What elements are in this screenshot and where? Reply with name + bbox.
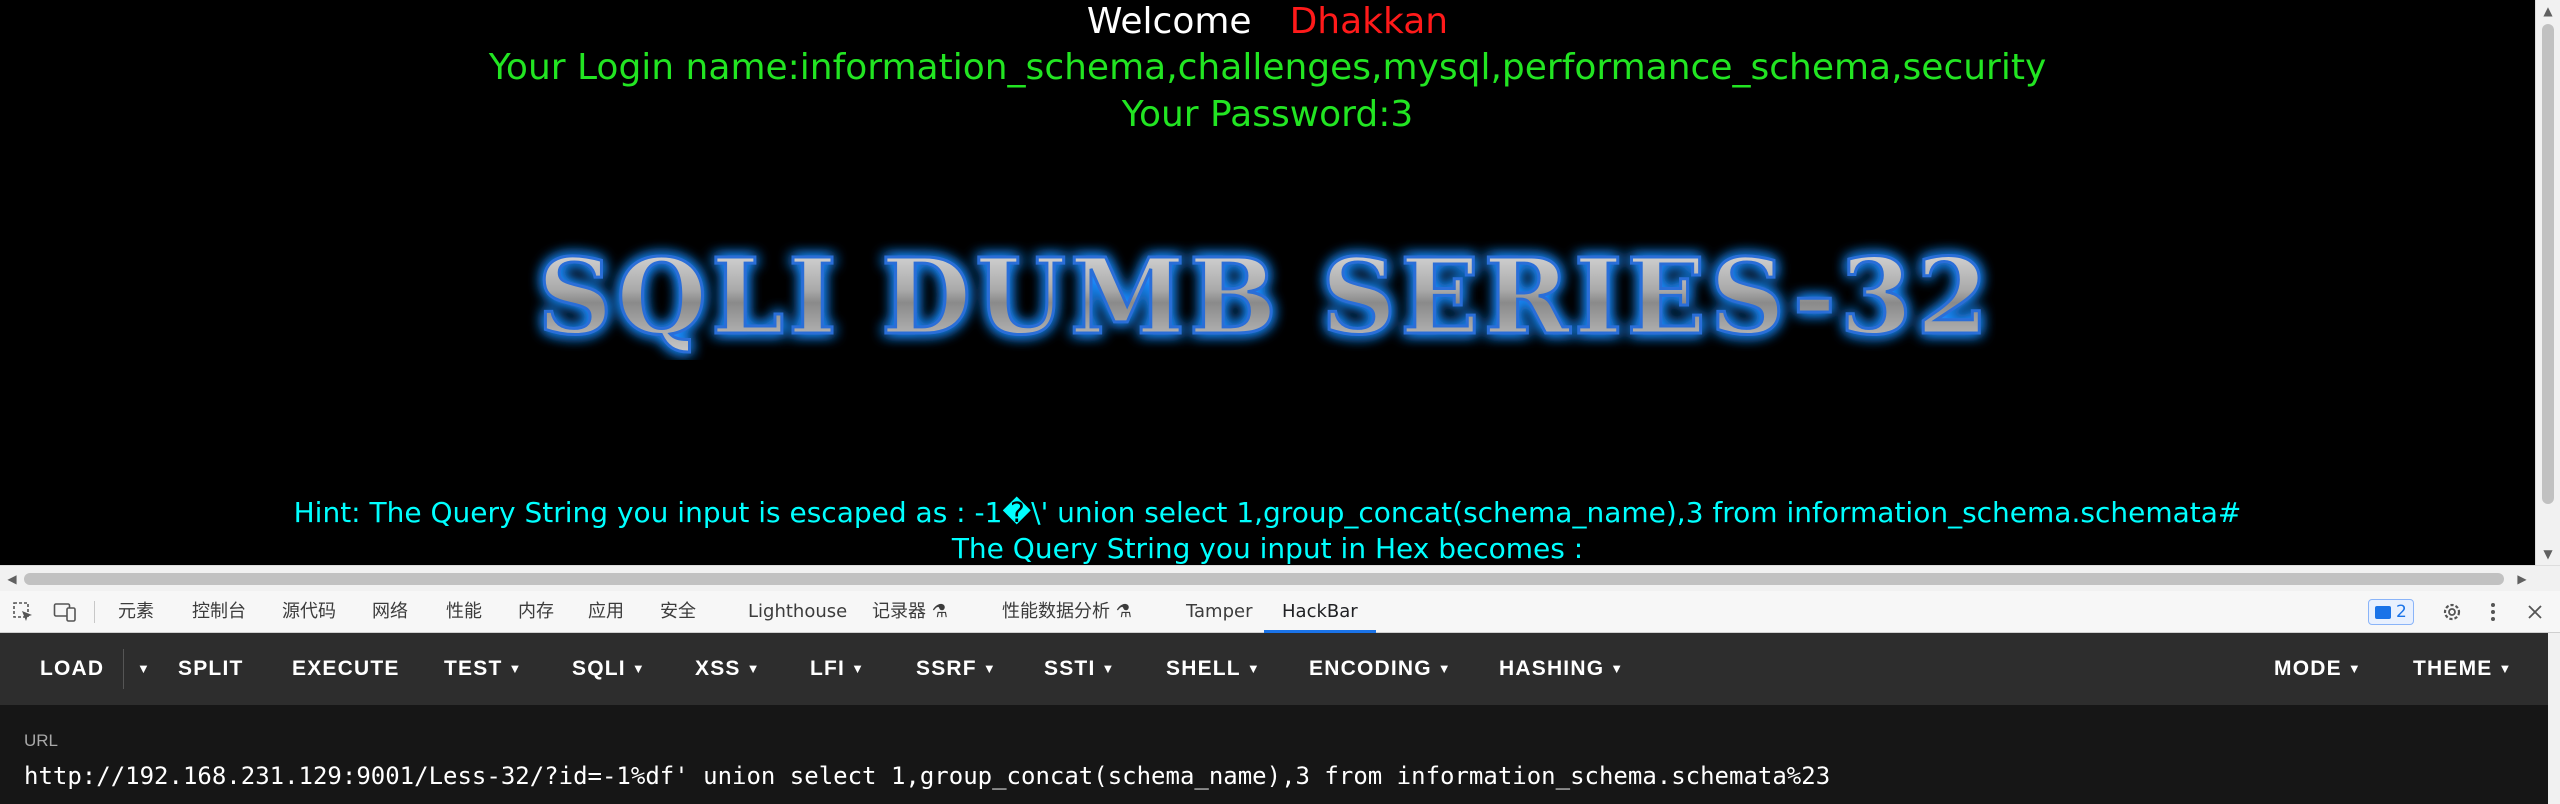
- password-line: Your Password:3: [1121, 94, 1414, 135]
- ssti-menu-button[interactable]: SSTI ▼: [1044, 633, 1116, 705]
- xss-label: XSS: [695, 657, 741, 680]
- caret-down-icon: ▼: [746, 661, 761, 676]
- issues-badge[interactable]: 2: [2368, 599, 2414, 625]
- caret-down-icon: ▼: [1610, 661, 1625, 676]
- mode-menu-button[interactable]: MODE ▼: [2274, 633, 2362, 705]
- more-options-icon[interactable]: [2476, 591, 2510, 633]
- url-input[interactable]: [24, 762, 2534, 790]
- tab-hackbar[interactable]: HackBar: [1264, 591, 1376, 633]
- caret-down-icon: ▼: [137, 661, 152, 676]
- close-devtools-icon[interactable]: [2518, 591, 2552, 633]
- toolbar-divider: [123, 649, 124, 689]
- ssti-label: SSTI: [1044, 657, 1096, 680]
- ssrf-menu-button[interactable]: SSRF ▼: [916, 633, 997, 705]
- tab-performance[interactable]: 性能: [446, 591, 482, 633]
- ssrf-label: SSRF: [916, 657, 977, 680]
- load-dropdown-button[interactable]: ▼: [131, 633, 151, 705]
- scroll-up-arrow-icon[interactable]: ▲: [2536, 0, 2560, 22]
- tab-application[interactable]: 应用: [588, 591, 624, 633]
- hex-line: The Query String you input in Hex become…: [951, 532, 1584, 565]
- load-button[interactable]: LOAD: [40, 633, 104, 705]
- tab-security[interactable]: 安全: [660, 591, 696, 633]
- inspect-element-icon[interactable]: [6, 591, 40, 633]
- page-viewport: Welcome Dhakkan Your Login name:informati…: [0, 0, 2535, 565]
- caret-down-icon: ▼: [631, 661, 646, 676]
- lfi-label: LFI: [810, 657, 846, 680]
- tab-elements[interactable]: 元素: [118, 591, 154, 633]
- sqli-menu-button[interactable]: SQLI ▼: [572, 633, 646, 705]
- lfi-menu-button[interactable]: LFI ▼: [810, 633, 865, 705]
- caret-down-icon: ▼: [851, 661, 866, 676]
- settings-gear-icon[interactable]: [2435, 591, 2469, 633]
- hint-line: Hint: The Query String you input is esca…: [293, 496, 2242, 529]
- caret-down-icon: ▼: [2347, 661, 2362, 676]
- series-banner-image: SQLI DUMB SERIES-32: [536, 234, 1992, 360]
- tab-memory[interactable]: 内存: [518, 591, 554, 633]
- caret-down-icon: ▼: [508, 661, 523, 676]
- tab-sources[interactable]: 源代码: [282, 591, 336, 633]
- hackbar-scrollbar[interactable]: [2548, 633, 2560, 804]
- execute-button[interactable]: EXECUTE: [292, 633, 400, 705]
- test-label: TEST: [444, 657, 503, 680]
- tab-recorder[interactable]: 记录器 ⚗: [872, 591, 948, 633]
- caret-down-icon: ▼: [982, 661, 997, 676]
- user-name: Dhakkan: [1289, 1, 1449, 42]
- issues-count: 2: [2396, 602, 2407, 622]
- hackbar-toolbar: LOAD ▼ SPLIT EXECUTE TEST ▼ SQLI ▼ XSS ▼ LF…: [0, 633, 2548, 705]
- tab-performance-insights[interactable]: 性能数据分析 ⚗: [1002, 591, 1132, 633]
- vertical-scrollbar[interactable]: ▲ ▼: [2535, 0, 2560, 565]
- devtools-tab-bar: 元素 控制台 源代码 网络 性能 内存 应用 安全 Lighthouse 记录器…: [0, 591, 2560, 633]
- scroll-down-arrow-icon[interactable]: ▼: [2536, 543, 2560, 565]
- scroll-left-arrow-icon[interactable]: ◀: [0, 566, 24, 592]
- horizontal-scroll-thumb[interactable]: [24, 573, 2504, 585]
- encoding-label: ENCODING: [1309, 657, 1432, 680]
- shell-menu-button[interactable]: SHELL ▼: [1166, 633, 1261, 705]
- sqli-label: SQLI: [572, 657, 626, 680]
- encoding-menu-button[interactable]: ENCODING ▼: [1309, 633, 1452, 705]
- theme-label: THEME: [2413, 657, 2493, 680]
- caret-down-icon: ▼: [2498, 661, 2513, 676]
- login-name-line: Your Login name:information_schema,chall…: [488, 47, 2047, 88]
- tab-tamper[interactable]: Tamper: [1186, 591, 1252, 633]
- tab-separator: [94, 601, 95, 623]
- hashing-label: HASHING: [1499, 657, 1605, 680]
- vertical-scroll-thumb[interactable]: [2542, 24, 2554, 504]
- test-menu-button[interactable]: TEST ▼: [444, 633, 523, 705]
- banner-text: SQLI DUMB SERIES-32: [537, 235, 1992, 358]
- shell-label: SHELL: [1166, 657, 1241, 680]
- url-label: URL: [24, 731, 59, 750]
- device-toolbar-icon[interactable]: [48, 591, 82, 633]
- hackbar-panel: LOAD ▼ SPLIT EXECUTE TEST ▼ SQLI ▼ XSS ▼ LF…: [0, 633, 2560, 804]
- tab-lighthouse[interactable]: Lighthouse: [748, 591, 847, 633]
- theme-menu-button[interactable]: THEME ▼: [2413, 633, 2513, 705]
- tab-network[interactable]: 网络: [372, 591, 408, 633]
- message-icon: [2375, 605, 2391, 619]
- caret-down-icon: ▼: [1246, 661, 1261, 676]
- caret-down-icon: ▼: [1437, 661, 1452, 676]
- xss-menu-button[interactable]: XSS ▼: [695, 633, 761, 705]
- caret-down-icon: ▼: [1101, 661, 1116, 676]
- horizontal-scrollbar[interactable]: ◀ ▶: [0, 565, 2560, 591]
- mode-label: MODE: [2274, 657, 2342, 680]
- welcome-text: Welcome: [1086, 1, 1252, 42]
- tab-console[interactable]: 控制台: [192, 591, 246, 633]
- hashing-menu-button[interactable]: HASHING ▼: [1499, 633, 1624, 705]
- welcome-line: Welcome Dhakkan: [0, 0, 2535, 44]
- scroll-right-arrow-icon[interactable]: ▶: [2510, 566, 2534, 592]
- split-button[interactable]: SPLIT: [178, 633, 244, 705]
